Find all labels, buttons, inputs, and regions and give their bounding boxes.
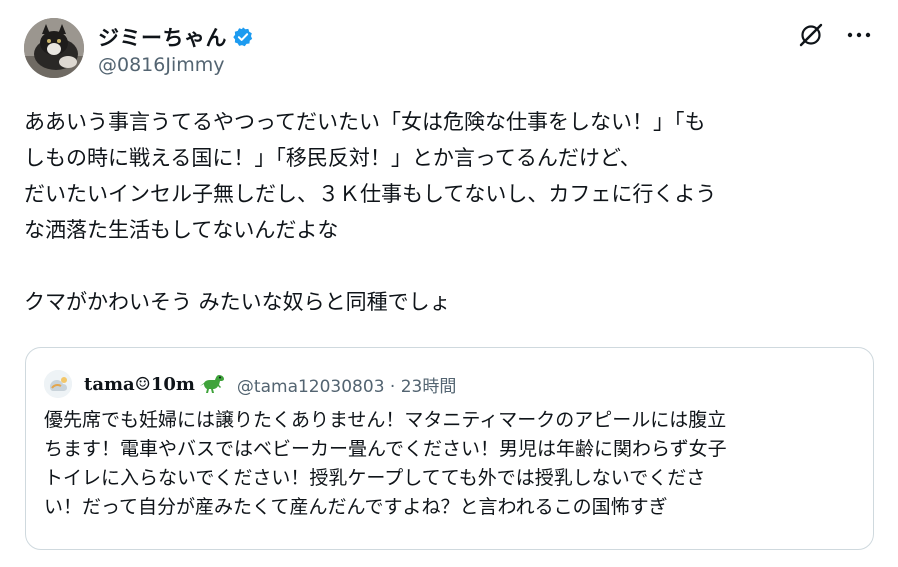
- post-text-line: しもの時に戦える国に！」「移民反対！」とか言ってるんだけど、: [24, 146, 641, 170]
- dinosaur-icon: [199, 375, 224, 393]
- quoted-text-line: 優先席でも妊婦には譲りたくありません！マタニティマークのアピールには腹立: [44, 409, 727, 431]
- quoted-text-line: トイレに入らないでください！授乳ケープしてても外では授乳しないでくださ: [44, 467, 706, 489]
- quoted-author-name: tama☺10m: [84, 373, 195, 395]
- quoted-author-handle-time: @tama12030803 · 23時間: [236, 376, 457, 397]
- post-text: ああいう事言うてるやつってだいたい「女は危険な仕事をしない！」「も しもの時に戦…: [24, 104, 874, 320]
- quoted-post-text: 優先席でも妊婦には譲りたくありません！マタニティマークのアピールには腹立 ちます…: [44, 406, 859, 522]
- post-text-line: クマがかわいそう みたいな奴らと同種でしょ: [24, 290, 451, 314]
- author-handle[interactable]: @0816Jimmy: [98, 54, 225, 76]
- quoted-post[interactable]: tama☺10m @tama12030803 · 23時間 優先席でも妊婦には譲…: [25, 347, 874, 550]
- verified-badge-icon: [233, 27, 253, 47]
- post-header: ジミーちゃん @0816Jimmy: [24, 18, 874, 80]
- quoted-text-line: ちます！電車やバスではベビーカー畳んでください！男児は年齢に関わらず女子: [44, 438, 727, 460]
- post-text-line: な洒落た生活もしてないんだよな: [24, 218, 339, 242]
- grok-icon[interactable]: [796, 20, 826, 50]
- quoted-author-avatar: [44, 370, 72, 398]
- author-display-name[interactable]: ジミーちゃん: [98, 22, 227, 52]
- more-icon[interactable]: [844, 20, 874, 50]
- post-actions: [796, 20, 874, 50]
- quoted-text-line: い！だって自分が産みたくて産んだんですよね？と言われるこの国怖すぎ: [44, 496, 668, 518]
- author-avatar[interactable]: [24, 18, 84, 78]
- post-text-line: だいたいインセル子無しだし、３Ｋ仕事もしてないし、カフェに行くよう: [24, 182, 717, 206]
- post-text-line: ああいう事言うてるやつってだいたい「女は危険な仕事をしない！」「も: [24, 110, 706, 134]
- quoted-post-header: tama☺10m @tama12030803 · 23時間: [44, 370, 456, 398]
